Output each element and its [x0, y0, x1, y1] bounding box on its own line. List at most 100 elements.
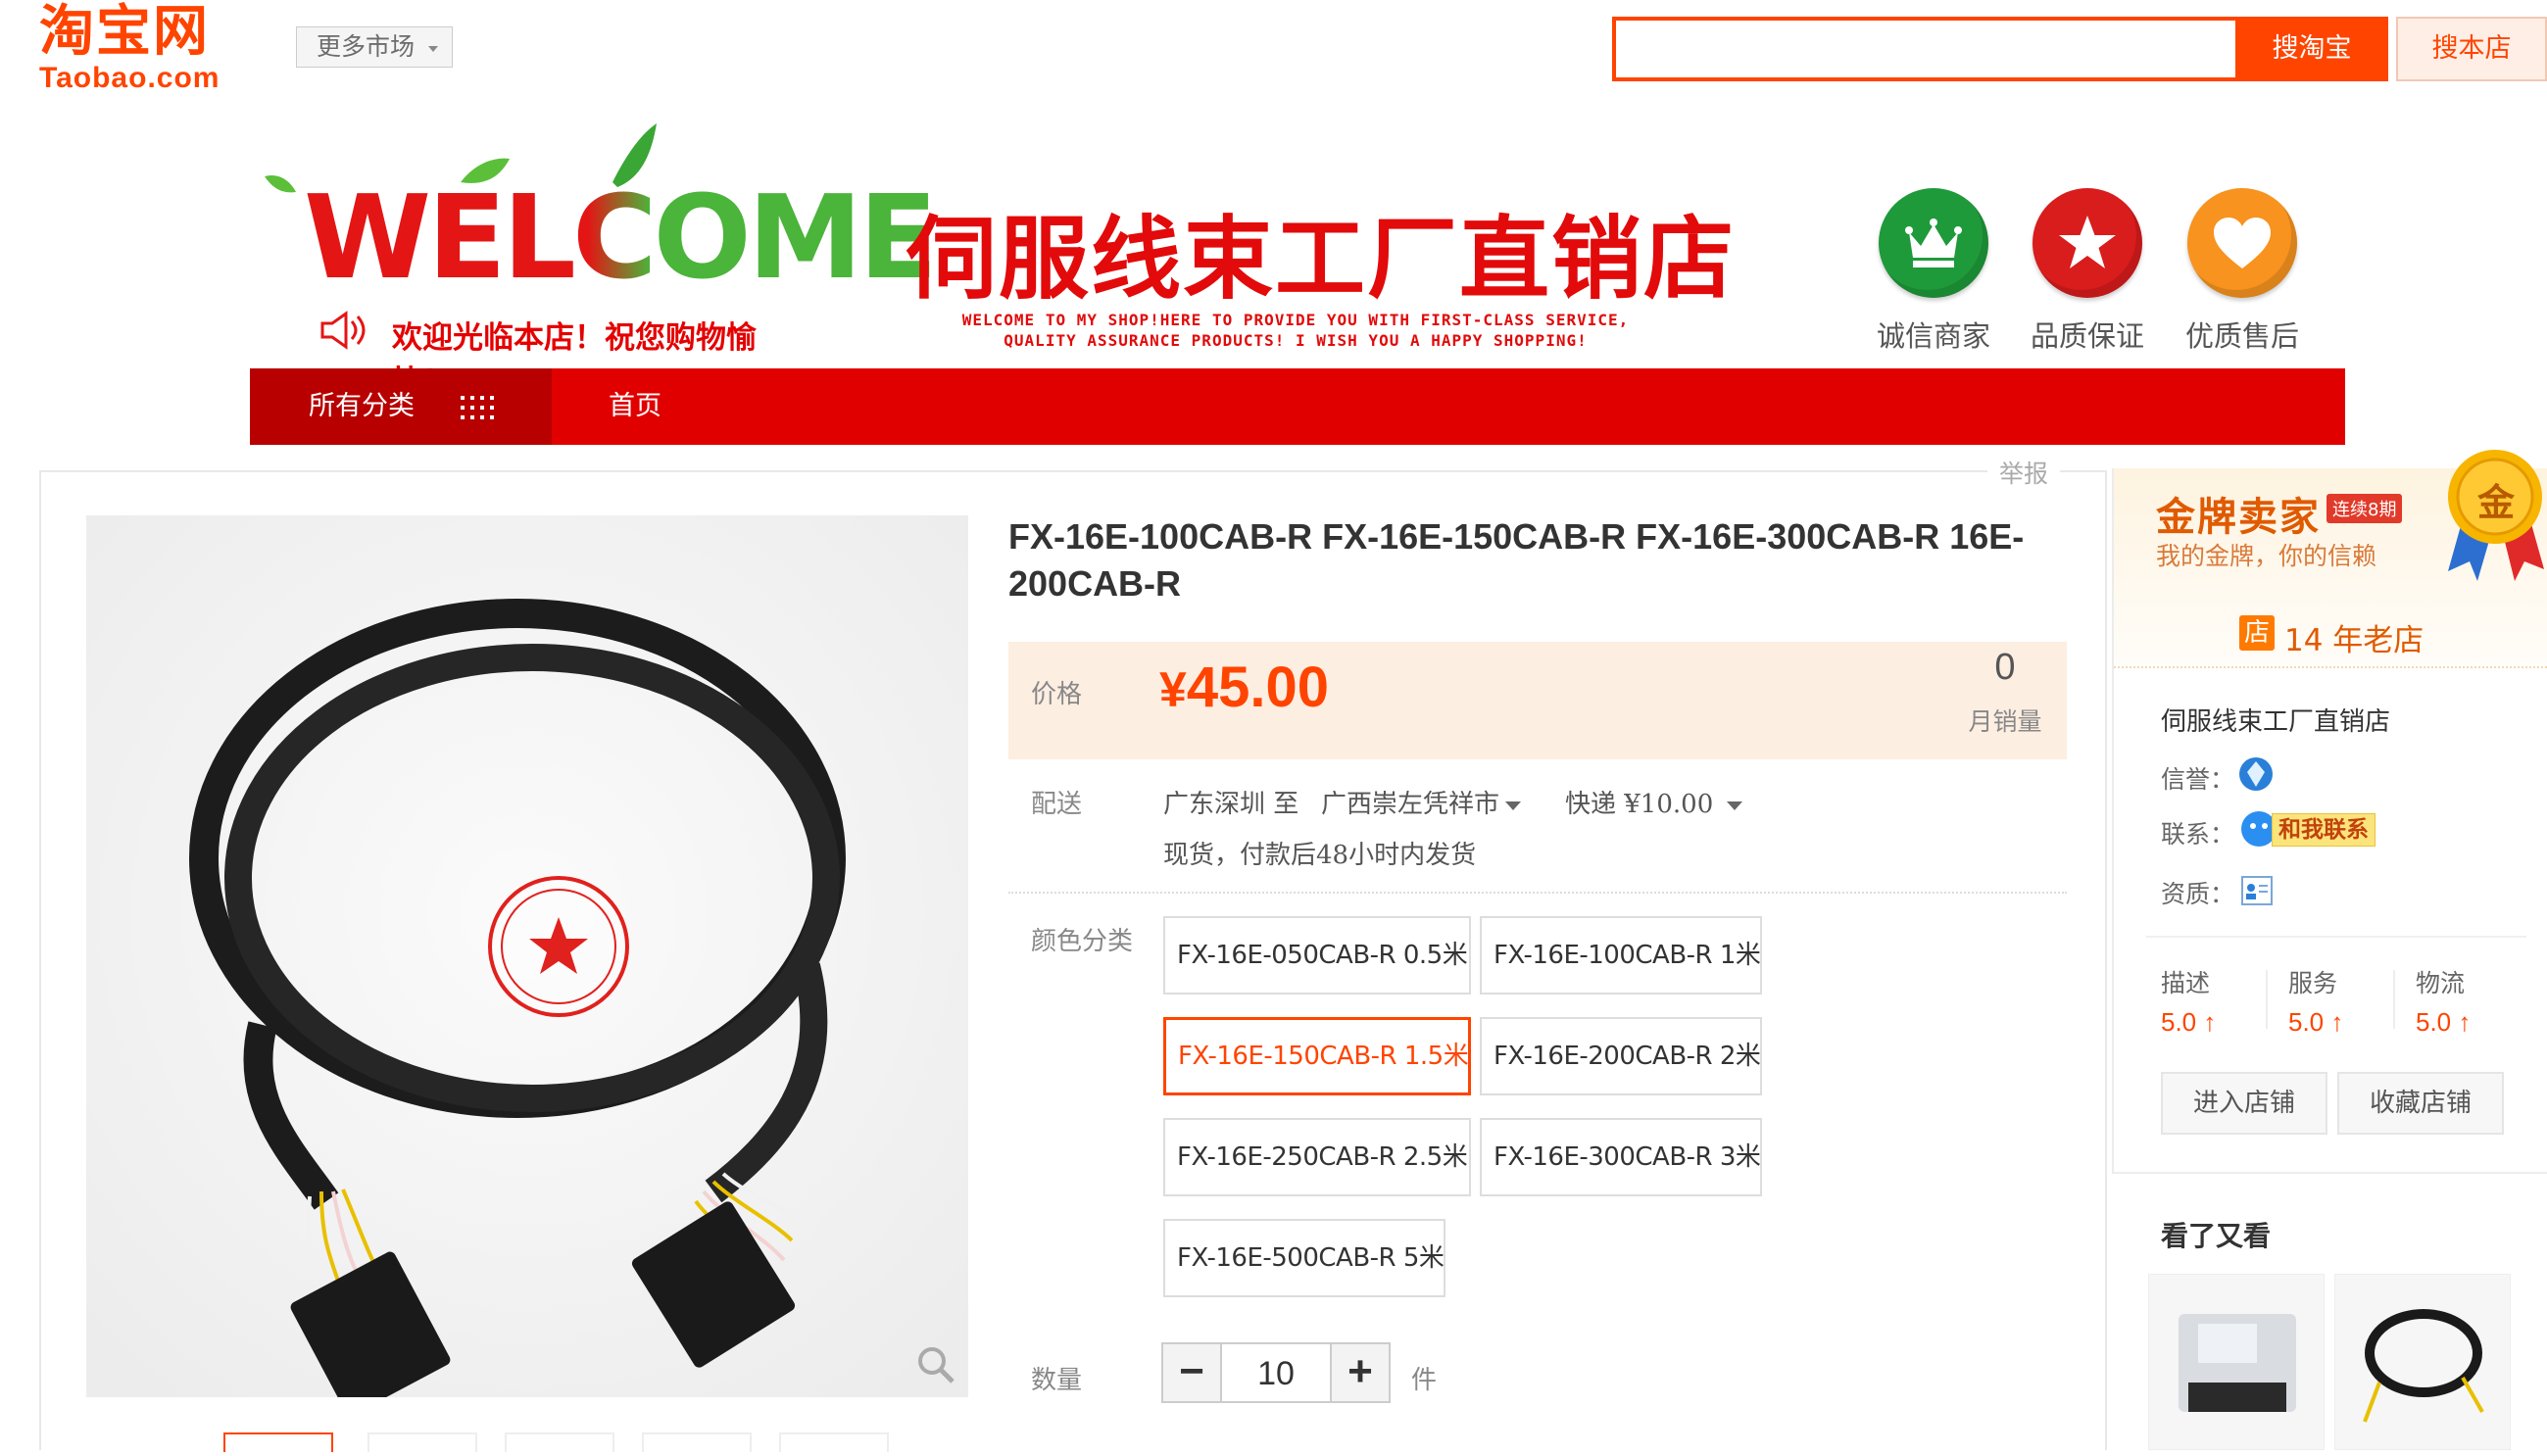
zoom-icon[interactable] — [916, 1345, 955, 1384]
product-main-image[interactable] — [86, 515, 968, 1416]
gold-streak-badge: 连续8期 — [2327, 494, 2403, 523]
nav-all-categories[interactable]: 所有分类 — [250, 368, 552, 445]
chevron-down-icon — [1727, 801, 1743, 810]
shop-age: 店 14 年老店 — [2239, 615, 2424, 659]
sku-option[interactable]: FX-16E-050CAB-R 0.5米 — [1163, 916, 1471, 995]
nav-home[interactable]: 首页 — [609, 368, 661, 445]
quantity-label: 数量 — [1031, 1366, 1083, 1395]
gold-seller-title: 金牌卖家 — [2156, 495, 2321, 540]
quantity-increase-button[interactable]: + — [1330, 1342, 1391, 1403]
logo-cn-text: 淘宝网 — [39, 0, 210, 64]
badge-label: 优质售后 — [2184, 319, 2299, 353]
credit-label: 信誉： — [2161, 765, 2235, 794]
sku-option[interactable]: FX-16E-300CAB-R 3米 — [1480, 1118, 1762, 1196]
thumbnail-3[interactable] — [505, 1432, 614, 1452]
qualification-label: 资质： — [2161, 880, 2235, 908]
product-title: FX-16E-100CAB-R FX-16E-150CAB-R FX-16E-3… — [1008, 516, 2025, 604]
see-also-title: 看了又看 — [2161, 1220, 2272, 1252]
thumbnail-4[interactable] — [642, 1432, 752, 1452]
delivery-method: 快递 ¥10.00 — [1565, 790, 1714, 819]
search-input[interactable] — [1612, 17, 2235, 81]
chevron-down-icon — [1505, 801, 1522, 810]
nav-all-categories-label: 所有分类 — [309, 391, 415, 421]
price-amount: 45.00 — [1186, 655, 1329, 719]
gold-seller-slogan: 我的金牌，你的信赖 — [2156, 542, 2377, 570]
diamond-credit-icon[interactable] — [2238, 754, 2274, 794]
welcome-graphic: WELCOME 欢迎光临本店！祝您购物愉快！ — [265, 123, 938, 400]
contact-label: 联系： — [2161, 820, 2235, 849]
logo-en-text: Taobao.com — [39, 62, 220, 94]
tagline-line-1: WELCOME TO MY SHOP!HERE TO PROVIDE YOU W… — [961, 311, 1630, 329]
divider — [1008, 892, 2067, 894]
favorite-shop-button[interactable]: 收藏店铺 — [2337, 1072, 2504, 1135]
badge-label: 诚信商家 — [1876, 319, 1990, 353]
price-label: 价格 — [1031, 680, 1083, 709]
recommended-product-2[interactable] — [2334, 1274, 2511, 1450]
score-value: 5.0 ↑ — [2416, 1007, 2472, 1037]
price-value: ¥45.00 — [1159, 655, 1329, 720]
search-taobao-button[interactable]: 搜淘宝 — [2235, 17, 2388, 81]
shop-age-text: 14 年老店 — [2284, 623, 2425, 658]
thumbnail-5[interactable] — [779, 1432, 889, 1452]
cable-photo — [86, 515, 968, 1416]
recommended-product-1[interactable] — [2148, 1274, 2325, 1450]
gold-medal-char: 金 — [2476, 481, 2515, 524]
welcome-text: WELCOME — [304, 170, 938, 305]
license-icon[interactable] — [2240, 874, 2274, 907]
score-value: 5.0 ↑ — [2161, 1007, 2217, 1037]
product-thumbnail — [2179, 1314, 2296, 1412]
star-icon — [2033, 188, 2142, 298]
product-thumbnail — [2363, 1309, 2484, 1423]
shop-name-link[interactable]: 伺服线束工厂直销店 — [2161, 702, 2390, 738]
shop-tagline: WELCOME TO MY SHOP!HERE TO PROVIDE YOU W… — [859, 310, 1732, 351]
score-value: 5.0 ↑ — [2288, 1007, 2344, 1037]
sku-option[interactable]: FX-16E-200CAB-R 2米 — [1480, 1017, 1762, 1095]
divider — [2114, 666, 2547, 668]
delivery-note: 现货，付款后48小时内发货 — [1163, 841, 1477, 870]
sku-option[interactable]: FX-16E-500CAB-R 5米 — [1163, 1219, 1445, 1297]
thumbnail-2[interactable] — [367, 1432, 477, 1452]
sku-option[interactable]: FX-16E-100CAB-R 1米 — [1480, 916, 1762, 995]
thumbnail-1[interactable] — [223, 1432, 333, 1452]
delivery-label: 配送 — [1031, 790, 1083, 819]
report-link[interactable]: 举报 — [1987, 455, 2061, 490]
score-label: 服务 — [2288, 969, 2338, 997]
delivery-destination-select[interactable]: 广西崇左凭祥市 — [1321, 784, 1522, 820]
score-service: 服务 5.0 ↑ — [2288, 964, 2343, 1038]
chevron-down-icon — [427, 45, 438, 52]
score-label: 物流 — [2416, 969, 2466, 997]
delivery-origin: 广东深圳 至 — [1163, 790, 1299, 819]
speaker-icon — [320, 311, 366, 350]
score-logistics: 物流 5.0 ↑ — [2416, 964, 2471, 1038]
quantity-decrease-button[interactable]: − — [1161, 1342, 1222, 1403]
enter-shop-button[interactable]: 进入店铺 — [2161, 1072, 2327, 1135]
monthly-sales-count: 0 — [1994, 647, 2016, 688]
sku-option-selected[interactable]: FX-16E-150CAB-R 1.5米 — [1163, 1017, 1471, 1095]
divider — [2393, 970, 2395, 1029]
tagline-line-2: QUALITY ASSURANCE PRODUCTS! I WISH YOU A… — [1004, 331, 1588, 350]
grid-menu-icon — [461, 396, 494, 419]
search-shop-button[interactable]: 搜本店 — [2396, 17, 2547, 81]
shop-icon: 店 — [2239, 615, 2275, 651]
more-markets-label: 更多市场 — [317, 32, 416, 61]
quantity-input[interactable]: 10 — [1222, 1342, 1330, 1403]
taobao-logo[interactable]: 淘宝网 Taobao.com — [39, 0, 260, 98]
score-description: 描述 5.0 ↑ — [2161, 964, 2216, 1038]
sku-option[interactable]: FX-16E-250CAB-R 2.5米 — [1163, 1118, 1471, 1196]
badge-after-sales: 优质售后 — [2174, 188, 2311, 355]
delivery-method-select[interactable]: 快递 ¥10.00 — [1565, 784, 1743, 820]
score-label: 描述 — [2161, 969, 2211, 997]
divider — [2114, 1172, 2547, 1174]
quantity-unit: 件 — [1411, 1366, 1438, 1395]
shop-title: 伺服线束工厂直销店 — [906, 207, 1737, 312]
welcome-word: WELCOME — [304, 178, 938, 296]
divider — [2146, 936, 2526, 938]
contact-seller-button[interactable]: 和我联系 — [2240, 809, 2383, 849]
monthly-sales-label: 月销量 — [1968, 707, 2042, 736]
color-option-label: 颜色分类 — [1031, 927, 1134, 956]
more-markets-dropdown[interactable]: 更多市场 — [296, 26, 453, 68]
heart-icon — [2187, 188, 2297, 298]
shop-nav-bar: 所有分类 首页 — [250, 368, 2345, 445]
badge-label: 品质保证 — [2030, 319, 2144, 353]
price-currency: ¥ — [1159, 662, 1187, 717]
